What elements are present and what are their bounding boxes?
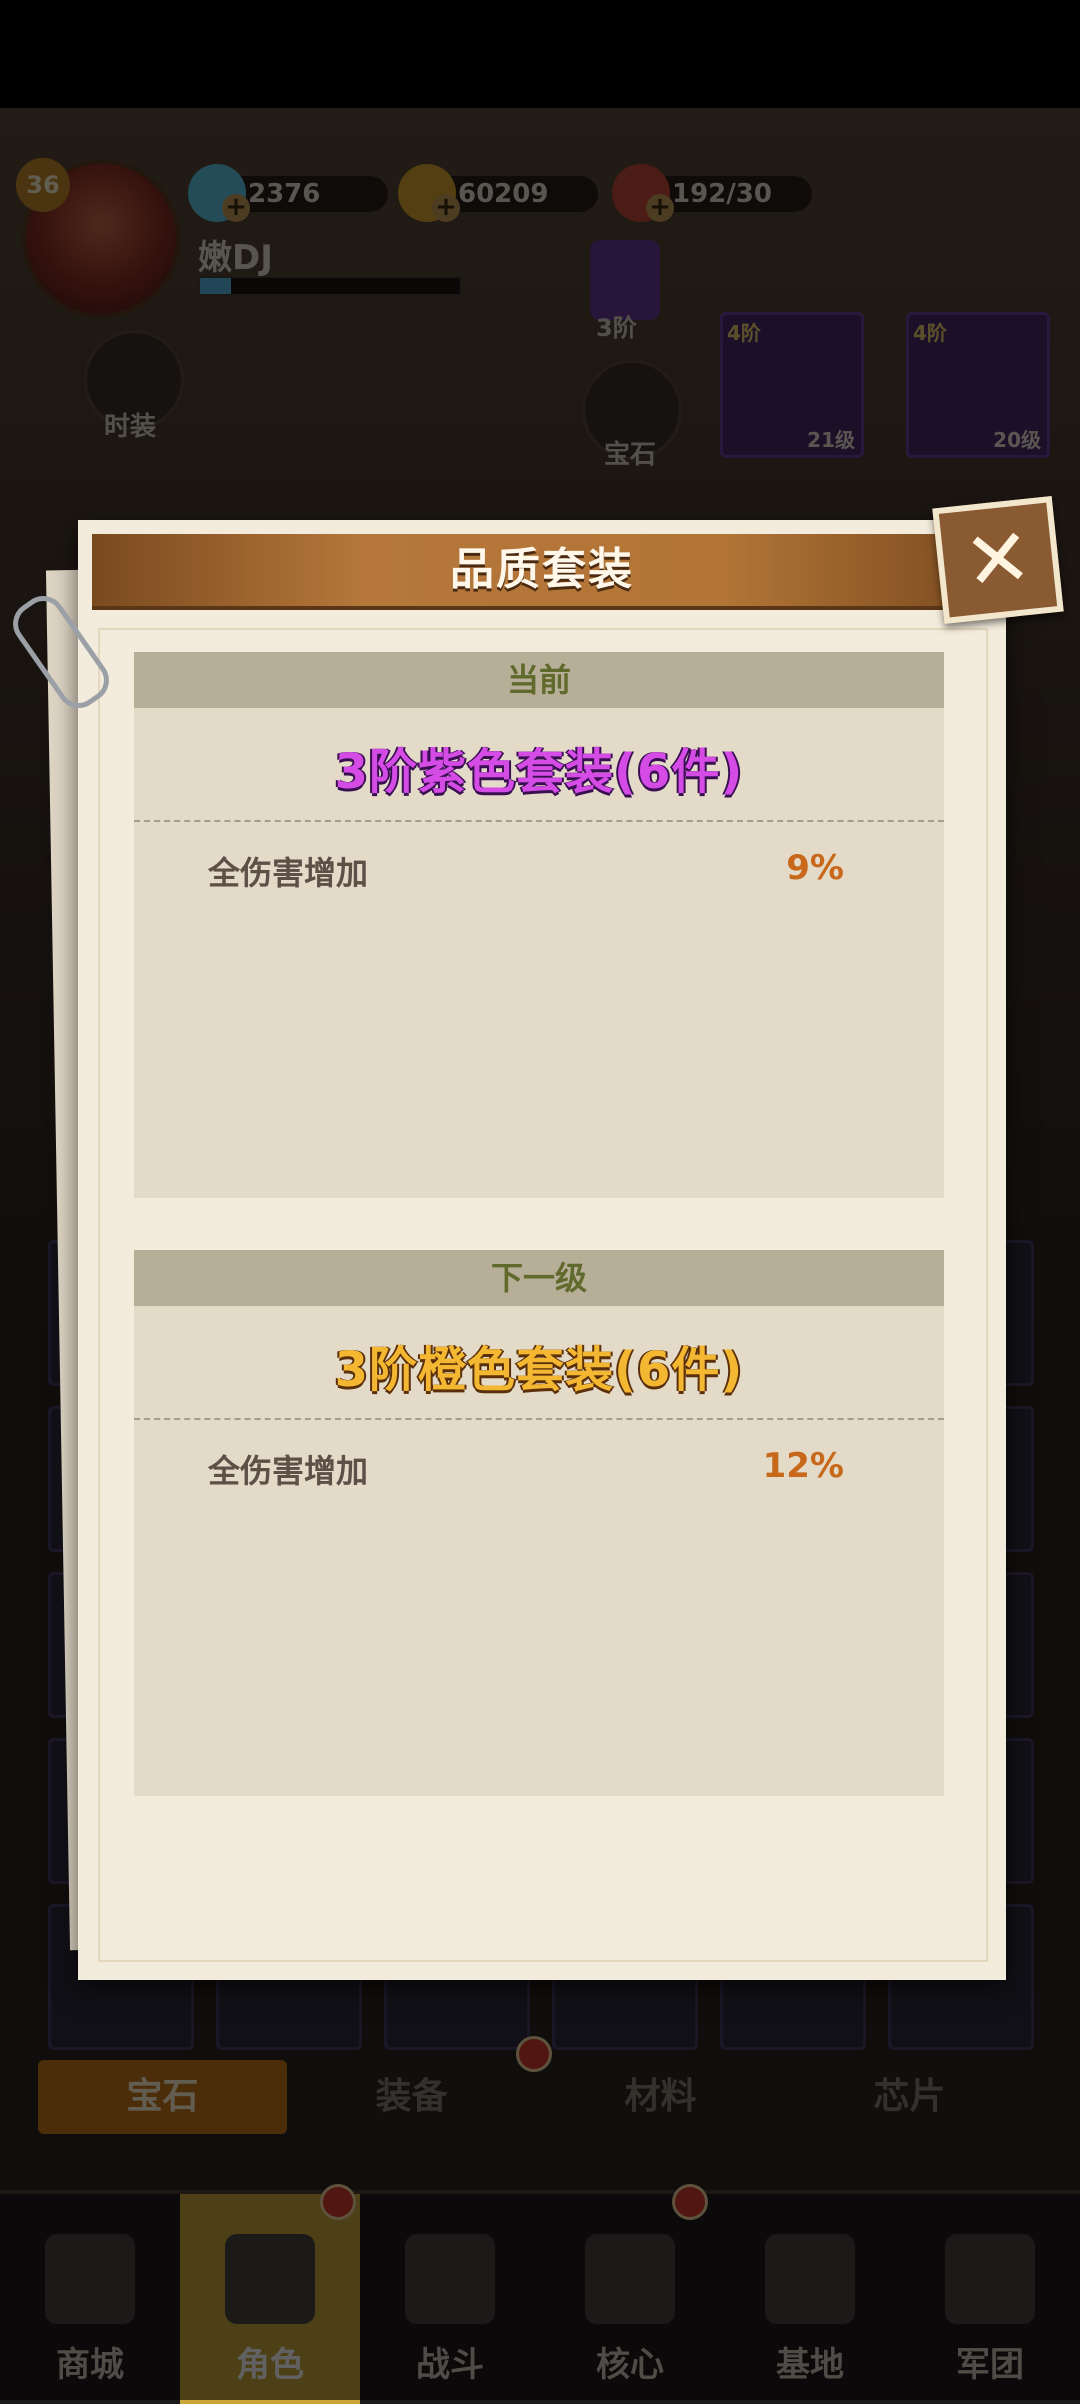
next-stat-name: 全伤害增加 bbox=[208, 1452, 369, 1490]
player-name: 嫩DJ bbox=[198, 238, 273, 278]
divider bbox=[134, 1418, 944, 1420]
next-section-header: 下一级 bbox=[134, 1250, 944, 1306]
nav-character-label: 角色 bbox=[236, 2345, 304, 2385]
diamond-count: 2376 bbox=[248, 179, 321, 209]
notification-dot bbox=[672, 2184, 708, 2220]
player-xp-bar bbox=[198, 276, 462, 296]
rank-label: 3阶 bbox=[596, 314, 637, 342]
nav-shop-label: 商城 bbox=[56, 2345, 124, 2385]
nav-core-label: 核心 bbox=[596, 2345, 664, 2385]
next-stat-value: 12% bbox=[762, 1446, 844, 1486]
tab-gem[interactable]: 宝石 bbox=[38, 2060, 287, 2134]
plus-icon[interactable]: + bbox=[432, 194, 460, 222]
battle-icon bbox=[405, 2234, 495, 2324]
nav-legion-label: 军团 bbox=[956, 2345, 1024, 2385]
tab-chip[interactable]: 芯片 bbox=[785, 2060, 1034, 2134]
equip-tier: 4阶 bbox=[727, 321, 761, 345]
equip-level: 21级 bbox=[807, 428, 855, 452]
nav-battle-label: 战斗 bbox=[416, 2345, 484, 2385]
equip-level: 20级 bbox=[993, 428, 1041, 452]
character-icon bbox=[225, 2234, 315, 2324]
divider bbox=[134, 820, 944, 822]
plus-icon[interactable]: + bbox=[222, 194, 250, 222]
dialog-header: 品质套装 bbox=[92, 534, 992, 610]
nav-core[interactable]: 核心 bbox=[540, 2194, 720, 2404]
equip-slot-gloves[interactable]: 4阶 20级 bbox=[906, 312, 1050, 458]
fashion-label: 时装 bbox=[103, 412, 156, 442]
plus-icon[interactable]: + bbox=[646, 194, 674, 222]
bottom-navbar: 商城 角色 战斗 核心 基地 军团 bbox=[0, 2190, 1080, 2404]
resource-meat[interactable]: + 192/30 bbox=[612, 164, 812, 222]
close-button[interactable]: ✕ bbox=[932, 496, 1064, 624]
next-set-section: 下一级 3阶橙色套装(6件) 全伤害增加 12% bbox=[134, 1250, 944, 1796]
current-set-section: 当前 3阶紫色套装(6件) 全伤害增加 9% bbox=[134, 652, 944, 1198]
gem-label: 宝石 bbox=[603, 440, 656, 470]
dialog-title: 品质套装 bbox=[450, 544, 634, 595]
player-level-badge: 36 bbox=[16, 158, 70, 212]
notification-dot bbox=[516, 2036, 552, 2072]
meat-count: 192/30 bbox=[672, 179, 772, 209]
equip-tier: 4阶 bbox=[913, 321, 947, 345]
coin-count: 60209 bbox=[458, 179, 549, 209]
legion-icon bbox=[945, 2234, 1035, 2324]
current-stat-name: 全伤害增加 bbox=[208, 854, 369, 892]
resource-coin[interactable]: + 60209 bbox=[398, 164, 598, 222]
core-icon bbox=[585, 2234, 675, 2324]
next-set-name: 3阶橙色套装(6件) bbox=[334, 1342, 744, 1398]
quality-set-dialog: 品质套装 当前 3阶紫色套装(6件) 全伤害增加 9% 下一级 3阶橙色套装(6… bbox=[78, 520, 1006, 1980]
notification-dot bbox=[320, 2184, 356, 2220]
player-xp-fill bbox=[200, 278, 232, 294]
current-set-name: 3阶紫色套装(6件) bbox=[334, 744, 744, 800]
tab-equipment[interactable]: 装备 bbox=[287, 2060, 536, 2134]
shop-icon bbox=[45, 2234, 135, 2324]
nav-character[interactable]: 角色 bbox=[180, 2194, 360, 2404]
current-section-header: 当前 bbox=[134, 652, 944, 708]
nav-shop[interactable]: 商城 bbox=[0, 2194, 180, 2404]
resource-diamond[interactable]: + 2376 bbox=[188, 164, 388, 222]
current-stat-value: 9% bbox=[786, 848, 844, 888]
base-icon bbox=[765, 2234, 855, 2324]
nav-battle[interactable]: 战斗 bbox=[360, 2194, 540, 2404]
tab-material[interactable]: 材料 bbox=[536, 2060, 785, 2134]
nav-legion[interactable]: 军团 bbox=[900, 2194, 1080, 2404]
nav-base[interactable]: 基地 bbox=[720, 2194, 900, 2404]
close-icon: ✕ bbox=[959, 509, 1037, 610]
nav-base-label: 基地 bbox=[776, 2345, 844, 2385]
equip-slot-helmet[interactable]: 4阶 21级 bbox=[720, 312, 864, 458]
